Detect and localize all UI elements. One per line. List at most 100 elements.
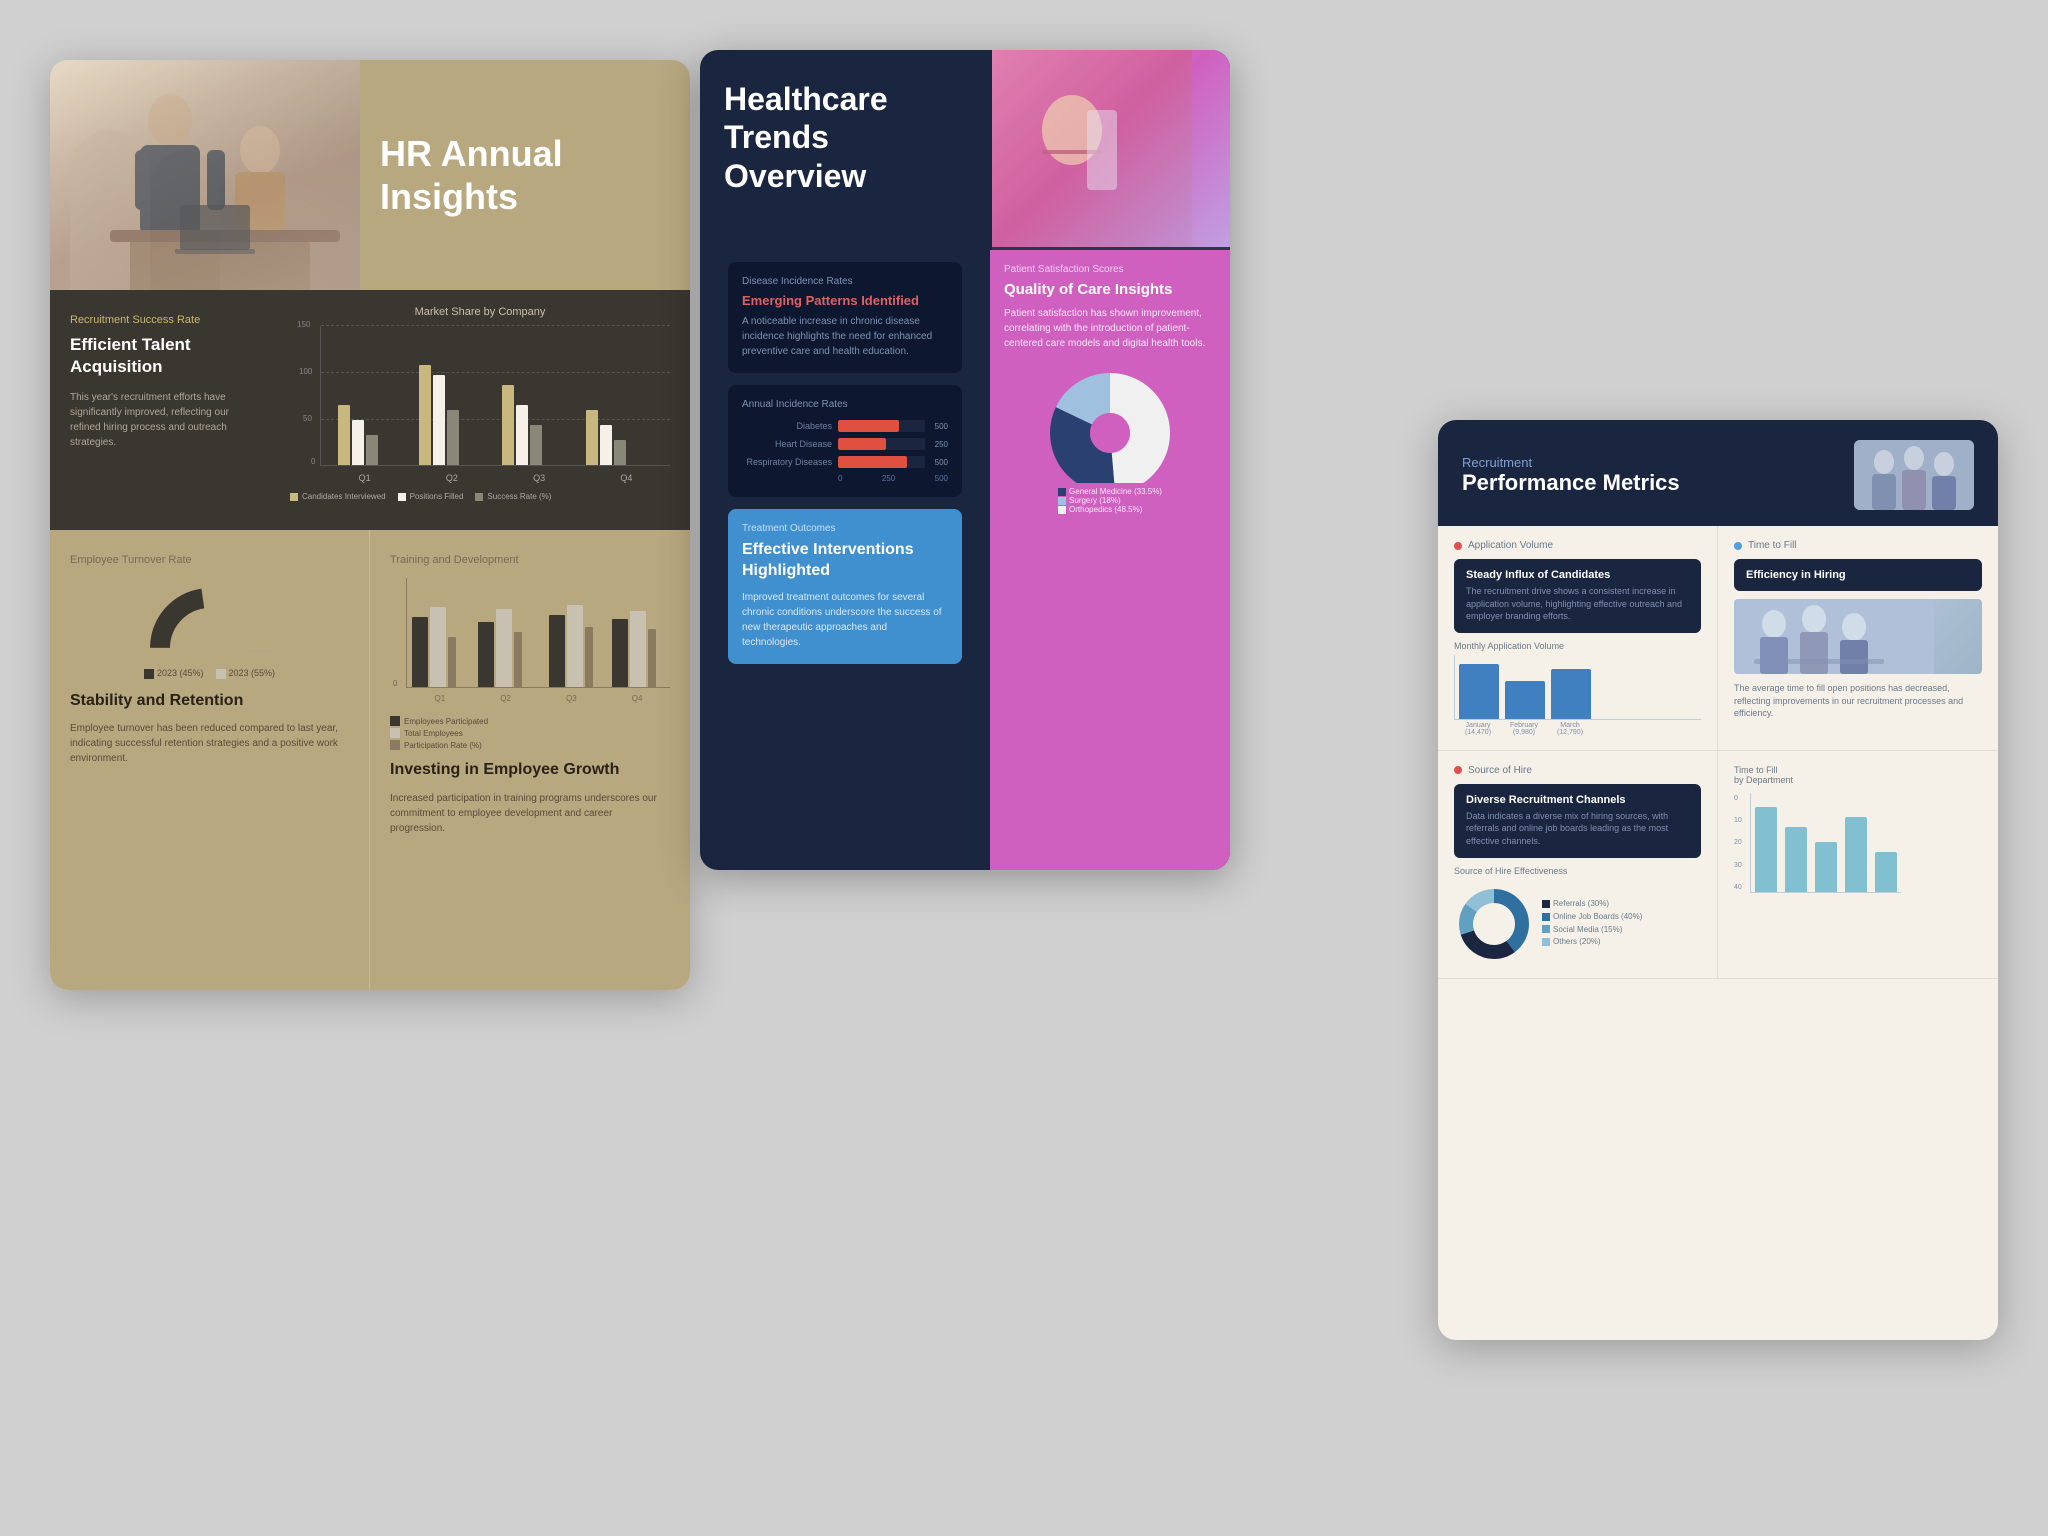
hr-recruitment-text: Recruitment Success Rate Efficient Talen…	[50, 290, 270, 530]
app-volume-card-body: The recruitment drive shows a consistent…	[1466, 585, 1689, 623]
ttf-card: Efficiency in Hiring	[1734, 559, 1982, 591]
health-patient-title: Quality of Care Insights	[1004, 281, 1216, 298]
recruit-header-photo	[1854, 440, 1974, 510]
health-pie-legend: General Medicine (33.5%) Surgery (18%) O…	[1058, 487, 1162, 514]
health-pie-section: General Medicine (33.5%) Surgery (18%) O…	[1004, 363, 1216, 514]
source-dot	[1454, 766, 1462, 774]
ttf-dept-label: Time to Fillby Department	[1734, 765, 1982, 785]
app-vol-bar-feb	[1505, 681, 1545, 719]
turnover-legend-a: 2023 (45%)	[157, 668, 204, 678]
health-treatment-section: Treatment Outcomes Effective Interventio…	[728, 509, 962, 664]
health-right-col: Patient Satisfaction Scores Quality of C…	[990, 250, 1230, 870]
health-incidence-section: Annual Incidence Rates Diabetes 500 Hear…	[728, 385, 962, 497]
incidence-label-diabetes: Diabetes	[742, 421, 832, 431]
metric-source-hire: Source of Hire Diverse Recruitment Chann…	[1438, 751, 1718, 979]
source-card: Diverse Recruitment Channels Data indica…	[1454, 784, 1701, 858]
hr-turnover-label: Employee Turnover Rate	[70, 554, 349, 566]
source-donut-chart	[1454, 884, 1534, 964]
hr-slide-title: HR Annual Insights	[380, 132, 670, 218]
hr-training-label: Training and Development	[390, 554, 670, 566]
recruit-photo-svg	[1854, 440, 1974, 510]
metric-app-label-row: Application Volume	[1454, 540, 1701, 551]
ttf-label: Time to Fill	[1748, 540, 1797, 551]
metric-ttf-label-row: Time to Fill	[1734, 540, 1982, 551]
incidence-bar-diabetes-fill	[838, 420, 899, 432]
incidence-bar-resp-bg	[838, 456, 925, 468]
ttf-bar-3	[1815, 842, 1837, 892]
hr-recruitment-body: This year's recruitment efforts have sig…	[70, 390, 250, 450]
efficiency-photo-svg	[1734, 599, 1982, 674]
health-disease-section: Disease Incidence Rates Emerging Pattern…	[728, 262, 962, 373]
ttf-body: The average time to fill open positions …	[1734, 682, 1982, 720]
hr-bottom-section: Employee Turnover Rate 2023 (45%)	[50, 530, 690, 990]
health-slide-title: HealthcareTrendsOverview	[724, 80, 968, 195]
healthcare-trends-slide: HealthcareTrendsOverview	[700, 50, 1230, 870]
hr-turnover-chart	[140, 578, 280, 658]
recruit-header-label: Recruitment	[1462, 455, 1680, 470]
app-volume-card-title: Steady Influx of Candidates	[1466, 569, 1689, 581]
recruit-header-title: Performance Metrics	[1462, 470, 1680, 496]
incidence-label-resp: Respiratory Diseases	[742, 457, 832, 467]
hr-chart-legend: Candidates Interviewed Positions Filled …	[290, 492, 670, 501]
health-disease-body: A noticeable increase in chronic disease…	[742, 314, 948, 359]
source-label: Source of Hire	[1468, 765, 1532, 776]
recruit-header: Recruitment Performance Metrics	[1438, 420, 1998, 526]
health-photo	[992, 50, 1231, 250]
hr-turnover-section: Employee Turnover Rate 2023 (45%)	[50, 530, 370, 990]
recruit-title-area: Recruitment Performance Metrics	[1462, 455, 1680, 496]
source-card-title: Diverse Recruitment Channels	[1466, 794, 1689, 806]
incidence-bar-heart-fill	[838, 438, 886, 450]
health-patient-label: Patient Satisfaction Scores	[1004, 264, 1216, 275]
hr-annual-insights-slide: HR Annual Insights Recruitment Success R…	[50, 60, 690, 990]
hr-turnover-body: Employee turnover has been reduced compa…	[70, 721, 349, 766]
hr-training-section: Training and Development	[370, 530, 690, 990]
hr-recruitment-section: Recruitment Success Rate Efficient Talen…	[50, 290, 690, 530]
recruit-metrics-grid: Application Volume Steady Influx of Cand…	[1438, 526, 1998, 979]
health-incidence-title: Annual Incidence Rates	[742, 399, 948, 410]
metric-ttf-dept: Time to Fillby Department 403020100	[1718, 751, 1998, 979]
health-top-section: HealthcareTrendsOverview	[700, 50, 1230, 250]
efficiency-photo	[1734, 599, 1982, 674]
hr-training-body: Increased participation in training prog…	[390, 791, 670, 836]
metric-app-volume: Application Volume Steady Influx of Cand…	[1438, 526, 1718, 751]
recruitment-performance-slide: Recruitment Performance Metrics Applicat…	[1438, 420, 1998, 1340]
incidence-row-resp: Respiratory Diseases 500	[742, 456, 948, 468]
incidence-row-heart: Heart Disease 250	[742, 438, 948, 450]
hr-title-box: HR Annual Insights	[360, 60, 690, 290]
app-vol-bars	[1454, 655, 1701, 720]
hr-bar-chart-area: Market Share by Company 150 100 50 0	[270, 290, 690, 530]
health-patient-body: Patient satisfaction has shown improveme…	[1004, 306, 1216, 351]
hr-chart-title: Market Share by Company	[290, 306, 670, 318]
hr-recruitment-title: Efficient Talent Acquisition	[70, 334, 250, 378]
incidence-bar-resp-fill	[838, 456, 907, 468]
ttf-bar-4	[1845, 817, 1867, 892]
source-chart-container: Referrals (30%) Online Job Boards (40%) …	[1454, 884, 1701, 964]
ttf-dept-bars	[1750, 793, 1901, 893]
health-treatment-title: Effective Interventions Highlighted	[742, 540, 948, 582]
app-vol-bar-mar	[1551, 669, 1591, 719]
incidence-bar-heart-bg	[838, 438, 925, 450]
health-disease-label: Disease Incidence Rates	[742, 276, 948, 287]
source-chart-label: Source of Hire Effectiveness	[1454, 866, 1701, 876]
source-legend: Referrals (30%) Online Job Boards (40%) …	[1542, 898, 1642, 949]
app-vol-bar-jan	[1459, 664, 1499, 719]
incidence-row-diabetes: Diabetes 500	[742, 420, 948, 432]
ttf-bar-2	[1785, 827, 1807, 892]
hr-turnover-title: Stability and Retention	[70, 691, 349, 712]
metric-time-to-fill: Time to Fill Efficiency in Hiring The	[1718, 526, 1998, 751]
hr-photo	[50, 60, 360, 290]
health-patient-sat-section: Patient Satisfaction Scores Quality of C…	[1004, 264, 1216, 351]
incidence-label-heart: Heart Disease	[742, 439, 832, 449]
hr-recruitment-label: Recruitment Success Rate	[70, 314, 250, 326]
metric-source-label-row: Source of Hire	[1454, 765, 1701, 776]
source-card-body: Data indicates a diverse mix of hiring s…	[1466, 810, 1689, 848]
incidence-bar-diabetes-bg	[838, 420, 925, 432]
app-volume-card: Steady Influx of Candidates The recruitm…	[1454, 559, 1701, 633]
health-pie-chart	[1030, 363, 1190, 483]
ttf-bar-5	[1875, 852, 1897, 892]
app-vol-bar-labels: January (14,470) February (9,980) March …	[1454, 722, 1701, 736]
health-treatment-label: Treatment Outcomes	[742, 523, 948, 534]
hr-training-title: Investing in Employee Growth	[390, 760, 670, 781]
turnover-legend-b: 2023 (55%)	[229, 668, 276, 678]
health-content-area: Disease Incidence Rates Emerging Pattern…	[700, 250, 1230, 870]
